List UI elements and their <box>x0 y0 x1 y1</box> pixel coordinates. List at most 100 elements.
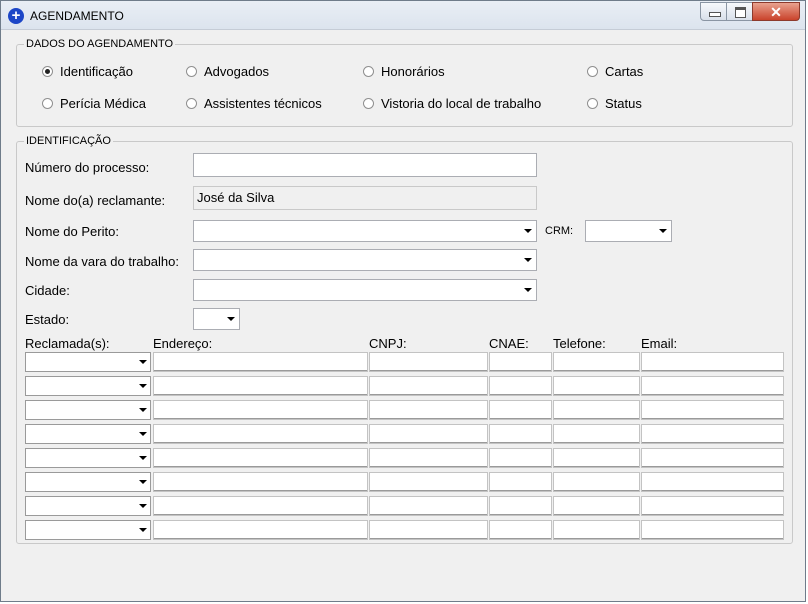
radio-indicator <box>587 97 598 109</box>
chevron-down-icon[interactable] <box>136 497 150 515</box>
chevron-down-icon[interactable] <box>520 221 536 241</box>
cnae-input[interactable] <box>489 448 552 468</box>
endereco-input[interactable] <box>153 376 368 396</box>
minimize-button[interactable] <box>700 2 727 21</box>
cnae-input[interactable] <box>489 424 552 444</box>
column-header-cnae: CNAE: <box>489 336 529 351</box>
expert-dropdown[interactable] <box>193 220 537 242</box>
chevron-down-icon[interactable] <box>520 250 536 270</box>
chevron-down-icon[interactable] <box>136 377 150 395</box>
chevron-down-icon[interactable] <box>136 473 150 491</box>
cnae-input[interactable] <box>489 352 552 372</box>
telefone-input[interactable] <box>553 400 640 420</box>
state-dropdown[interactable] <box>193 308 240 330</box>
email-input[interactable] <box>641 520 784 540</box>
title-bar: + AGENDAMENTO ✕ <box>1 1 805 30</box>
radio-honorarios[interactable]: Honorários <box>363 62 445 80</box>
reclamada-dropdown[interactable] <box>25 376 151 396</box>
cnae-input[interactable] <box>489 520 552 540</box>
telefone-input[interactable] <box>553 496 640 516</box>
chevron-down-icon[interactable] <box>136 353 150 371</box>
radio-vistoria[interactable]: Vistoria do local de trabalho <box>363 94 541 112</box>
radio-label: Identificação <box>60 63 133 79</box>
cnae-input[interactable] <box>489 472 552 492</box>
chevron-down-icon[interactable] <box>136 425 150 443</box>
endereco-input[interactable] <box>153 472 368 492</box>
email-input[interactable] <box>641 352 784 372</box>
cnpj-input[interactable] <box>369 496 488 516</box>
radio-advogados[interactable]: Advogados <box>186 62 269 80</box>
close-button[interactable]: ✕ <box>752 2 800 21</box>
reclamada-dropdown[interactable] <box>25 520 151 540</box>
endereco-input[interactable] <box>153 496 368 516</box>
email-input[interactable] <box>641 424 784 444</box>
endereco-input[interactable] <box>153 448 368 468</box>
email-input[interactable] <box>641 400 784 420</box>
agendamento-window: + AGENDAMENTO ✕ DADOS DO AGENDAMENTO Ide… <box>0 0 806 602</box>
endereco-input[interactable] <box>153 424 368 444</box>
city-label: Cidade: <box>25 283 70 298</box>
reclamada-dropdown[interactable] <box>25 496 151 516</box>
cnpj-input[interactable] <box>369 376 488 396</box>
telefone-input[interactable] <box>553 448 640 468</box>
chevron-down-icon[interactable] <box>655 221 671 241</box>
cnpj-input[interactable] <box>369 352 488 372</box>
chevron-down-icon[interactable] <box>223 309 239 329</box>
schedule-group: DADOS DO AGENDAMENTO Identificação Advog… <box>16 38 793 127</box>
radio-label: Assistentes técnicos <box>204 95 322 111</box>
telefone-input[interactable] <box>553 424 640 444</box>
column-header-email: Email: <box>641 336 678 351</box>
telefone-input[interactable] <box>553 472 640 492</box>
column-header-reclamadas: Reclamada(s): <box>25 336 110 351</box>
cnpj-input[interactable] <box>369 424 488 444</box>
chevron-down-icon[interactable] <box>136 449 150 467</box>
cnpj-input[interactable] <box>369 448 488 468</box>
radio-cartas[interactable]: Cartas <box>587 62 643 80</box>
email-input[interactable] <box>641 472 784 492</box>
radio-status[interactable]: Status <box>587 94 642 112</box>
expert-label: Nome do Perito: <box>25 224 119 239</box>
email-input[interactable] <box>641 448 784 468</box>
crm-dropdown[interactable] <box>585 220 672 242</box>
process-number-input[interactable] <box>193 153 537 177</box>
endereco-input[interactable] <box>153 520 368 540</box>
radio-pericia-medica[interactable]: Perícia Médica <box>42 94 146 112</box>
telefone-input[interactable] <box>553 520 640 540</box>
reclamada-dropdown[interactable] <box>25 448 151 468</box>
radio-assistentes-tecnicos[interactable]: Assistentes técnicos <box>186 94 322 112</box>
minimize-icon <box>709 12 721 17</box>
telefone-input[interactable] <box>553 376 640 396</box>
cnpj-input[interactable] <box>369 472 488 492</box>
cnae-input[interactable] <box>489 400 552 420</box>
maximize-button[interactable] <box>726 2 753 21</box>
chevron-down-icon[interactable] <box>136 401 150 419</box>
court-label: Nome da vara do trabalho: <box>25 254 179 269</box>
reclamada-dropdown[interactable] <box>25 424 151 444</box>
city-dropdown[interactable] <box>193 279 537 301</box>
radio-indicator <box>363 65 374 77</box>
email-input[interactable] <box>641 496 784 516</box>
telefone-input[interactable] <box>553 352 640 372</box>
cnpj-input[interactable] <box>369 520 488 540</box>
cnae-input[interactable] <box>489 376 552 396</box>
reclamada-dropdown[interactable] <box>25 352 151 372</box>
cnpj-input[interactable] <box>369 400 488 420</box>
email-input[interactable] <box>641 376 784 396</box>
schedule-group-title: DADOS DO AGENDAMENTO <box>24 38 176 51</box>
chevron-down-icon[interactable] <box>520 280 536 300</box>
chevron-down-icon[interactable] <box>136 521 150 539</box>
radio-identificacao[interactable]: Identificação <box>42 62 133 80</box>
claimant-field[interactable]: José da Silva <box>193 186 537 210</box>
radio-indicator-selected <box>42 65 53 77</box>
radio-indicator <box>186 97 197 109</box>
process-number-label: Número do processo: <box>25 160 150 175</box>
crm-label: CRM: <box>545 225 574 237</box>
reclamada-dropdown[interactable] <box>25 472 151 492</box>
claimant-label: Nome do(a) reclamante: <box>25 193 166 208</box>
reclamada-dropdown[interactable] <box>25 400 151 420</box>
radio-indicator <box>363 97 374 109</box>
endereco-input[interactable] <box>153 352 368 372</box>
endereco-input[interactable] <box>153 400 368 420</box>
court-dropdown[interactable] <box>193 249 537 271</box>
cnae-input[interactable] <box>489 496 552 516</box>
